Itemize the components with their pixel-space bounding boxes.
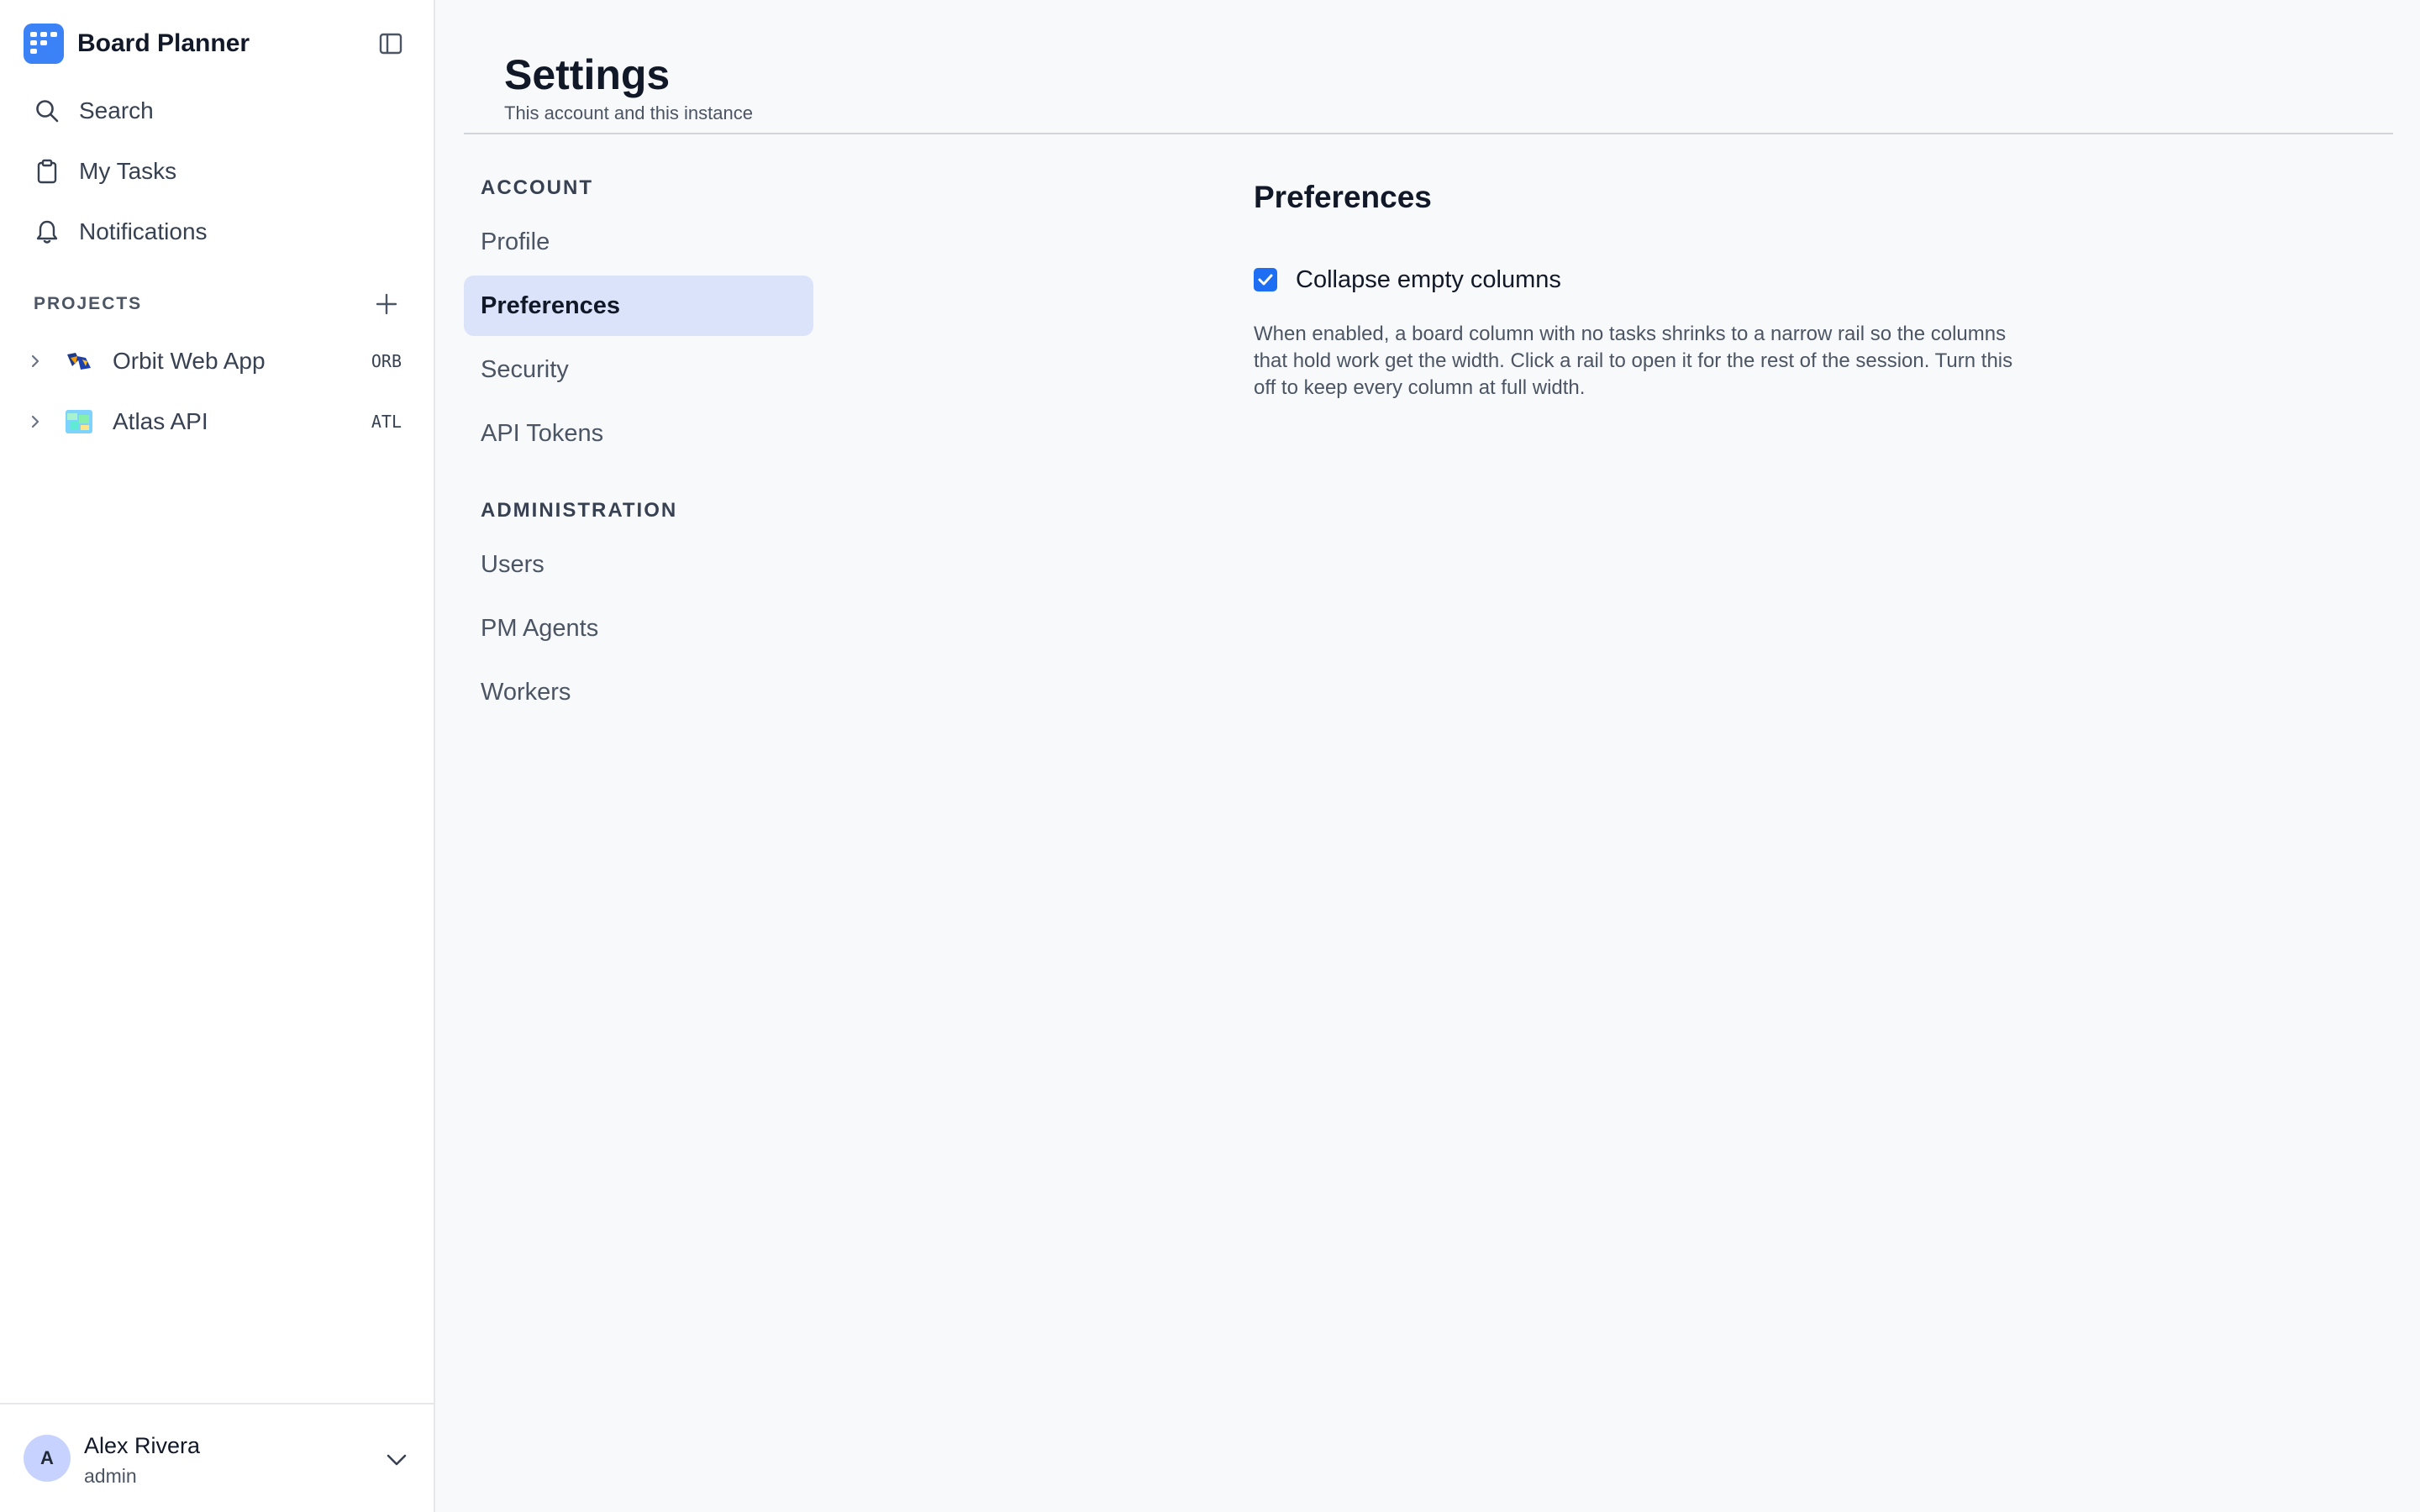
settings-section-account: ACCOUNT <box>481 176 593 199</box>
project-item-atlas[interactable]: Atlas API ATL <box>30 400 408 444</box>
app-title: Board Planner <box>77 29 250 57</box>
project-item-orbit[interactable]: Orbit Web App ORB <box>30 339 408 383</box>
chevron-right-icon[interactable] <box>30 353 44 370</box>
nav-my-tasks-label: My Tasks <box>79 158 177 184</box>
user-name: Alex Rivera <box>84 1433 201 1458</box>
settings-link-workers[interactable]: Workers <box>464 662 813 722</box>
header-divider <box>464 133 2393 134</box>
settings-link-pm-agents[interactable]: PM Agents <box>464 598 813 659</box>
clipboard-icon <box>34 158 60 185</box>
project-key: ORB <box>371 351 402 371</box>
settings-link-security[interactable]: Security <box>464 339 813 400</box>
bell-icon <box>34 218 60 245</box>
user-footer[interactable]: A Alex Rivera admin <box>0 1403 435 1512</box>
nav-my-tasks[interactable]: My Tasks <box>34 151 176 192</box>
page-title: Settings <box>504 51 671 98</box>
nav-notifications[interactable]: Notifications <box>34 212 208 252</box>
user-menu-button[interactable] <box>381 1448 412 1472</box>
collapse-sidebar-button[interactable] <box>375 30 407 57</box>
nav-notifications-label: Notifications <box>79 218 208 244</box>
page-subtitle: This account and this instance <box>504 102 753 123</box>
nav-search-label: Search <box>79 97 154 123</box>
settings-link-api-tokens[interactable]: API Tokens <box>464 403 813 464</box>
panel-title: Preferences <box>1254 180 1432 214</box>
settings-link-preferences[interactable]: Preferences <box>464 276 813 336</box>
collapse-empty-columns-label: Collapse empty columns <box>1296 265 1561 293</box>
nav-search[interactable]: Search <box>34 91 154 131</box>
settings-section-administration: ADMINISTRATION <box>481 499 678 522</box>
settings-link-profile[interactable]: Profile <box>464 212 813 272</box>
sidebar-toggle-icon <box>379 33 402 55</box>
brand[interactable]: Board Planner <box>24 24 250 64</box>
project-key: ATL <box>371 412 402 432</box>
add-project-button[interactable] <box>371 289 402 319</box>
collapse-empty-columns-description: When enabled, a board column with no tas… <box>1254 323 2013 399</box>
chevron-down-icon <box>387 1454 407 1466</box>
board-logo-icon <box>24 24 64 64</box>
search-icon <box>34 97 60 124</box>
user-role: admin <box>84 1465 137 1487</box>
sidebar: Board Planner Search My Tasks Notificati… <box>0 0 435 1512</box>
settings-link-users[interactable]: Users <box>464 534 813 595</box>
collapse-empty-columns-checkbox[interactable] <box>1254 268 1277 291</box>
checkmark-icon <box>1258 274 1273 286</box>
project-image-icon <box>66 410 92 433</box>
collapse-empty-columns-option[interactable]: Collapse empty columns <box>1254 264 1561 296</box>
project-image-icon <box>66 349 92 373</box>
project-name: Orbit Web App <box>113 348 266 374</box>
avatar: A <box>24 1435 71 1482</box>
projects-heading: PROJECTS <box>34 294 143 313</box>
project-name: Atlas API <box>113 408 208 434</box>
chevron-right-icon[interactable] <box>30 413 44 430</box>
plus-icon <box>376 293 397 315</box>
